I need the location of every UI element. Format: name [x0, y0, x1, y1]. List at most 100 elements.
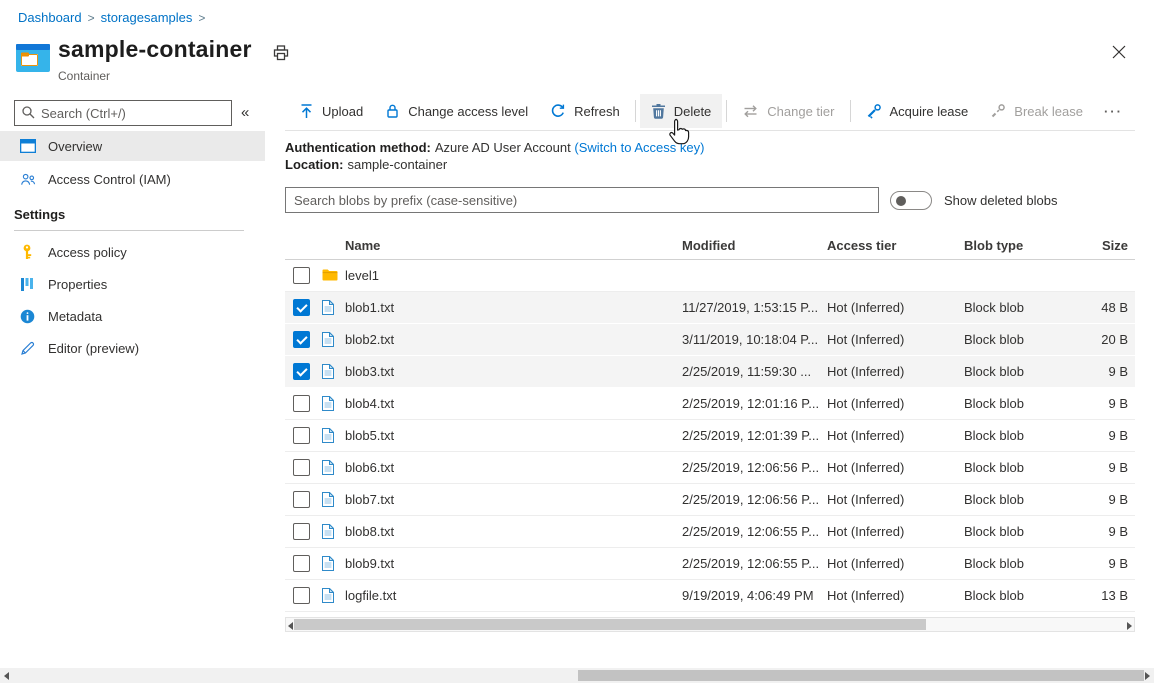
- sidebar-item-properties[interactable]: Properties: [0, 269, 265, 299]
- page-subtitle: Container: [58, 69, 110, 83]
- breadcrumb-separator: >: [88, 11, 95, 25]
- blob-name[interactable]: blob6.txt: [345, 460, 394, 475]
- blob-name[interactable]: blob7.txt: [345, 492, 394, 507]
- table-row[interactable]: level1: [285, 260, 1135, 292]
- scrollbar-thumb[interactable]: [578, 670, 1144, 681]
- blob-name[interactable]: blob3.txt: [345, 364, 394, 379]
- table-row[interactable]: blob4.txt 2/25/2019, 12:01:16 P... Hot (…: [285, 388, 1135, 420]
- row-checkbox[interactable]: [293, 267, 310, 284]
- breadcrumb-storagesamples[interactable]: storagesamples: [101, 10, 193, 25]
- col-size[interactable]: Size: [1102, 238, 1128, 253]
- blob-table: Name Modified Access tier Blob type Size…: [285, 233, 1135, 612]
- blob-name[interactable]: blob2.txt: [345, 332, 394, 347]
- row-checkbox[interactable]: [293, 587, 310, 604]
- sidebar-item-label: Access policy: [48, 245, 127, 260]
- col-access-tier[interactable]: Access tier: [827, 238, 896, 253]
- lock-icon: [385, 103, 400, 119]
- change-tier-button[interactable]: Change tier: [731, 94, 845, 128]
- sidebar-search-input[interactable]: [41, 106, 225, 121]
- table-row[interactable]: blob5.txt 2/25/2019, 12:01:39 P... Hot (…: [285, 420, 1135, 452]
- people-icon: [20, 172, 36, 187]
- acquire-lease-button[interactable]: Acquire lease: [855, 94, 980, 128]
- row-checkbox[interactable]: [293, 395, 310, 412]
- more-commands-button[interactable]: ···: [1094, 104, 1133, 119]
- breadcrumb-dashboard[interactable]: Dashboard: [18, 10, 82, 25]
- row-checkbox[interactable]: [293, 363, 310, 380]
- breadcrumb: Dashboard>storagesamples>: [18, 10, 211, 25]
- sidebar-item-overview[interactable]: Overview: [0, 131, 265, 161]
- table-row[interactable]: blob6.txt 2/25/2019, 12:06:56 P... Hot (…: [285, 452, 1135, 484]
- blob-name[interactable]: level1: [345, 268, 379, 283]
- table-row[interactable]: blob7.txt 2/25/2019, 12:06:56 P... Hot (…: [285, 484, 1135, 516]
- scrollbar-thumb[interactable]: [294, 619, 926, 630]
- row-checkbox[interactable]: [293, 299, 310, 316]
- location-line: Location:sample-container: [285, 157, 447, 172]
- sidebar-item-access-control[interactable]: Access Control (IAM): [0, 164, 265, 194]
- file-icon: [322, 332, 334, 347]
- info-icon: [20, 309, 36, 324]
- sidebar-search[interactable]: [14, 100, 232, 126]
- table-row[interactable]: blob2.txt 3/11/2019, 10:18:04 P... Hot (…: [285, 324, 1135, 356]
- pin-icon[interactable]: [272, 44, 290, 62]
- blob-name[interactable]: blob1.txt: [345, 300, 394, 315]
- col-name[interactable]: Name: [345, 238, 380, 253]
- show-deleted-blobs-toggle[interactable]: [890, 191, 932, 210]
- key-icon: [20, 244, 36, 260]
- swap-arrows-icon: [742, 103, 759, 119]
- page-title: sample-container: [58, 36, 252, 63]
- sidebar-item-editor[interactable]: Editor (preview): [0, 333, 265, 363]
- col-blob-type[interactable]: Blob type: [964, 238, 1023, 253]
- row-checkbox[interactable]: [293, 331, 310, 348]
- table-row[interactable]: logfile.txt 9/19/2019, 4:06:49 PM Hot (I…: [285, 580, 1135, 612]
- pencil-icon: [20, 341, 36, 356]
- authentication-method-line: Authentication method:Azure AD User Acco…: [285, 140, 704, 155]
- sidebar-item-metadata[interactable]: Metadata: [0, 301, 265, 331]
- break-lease-button[interactable]: Break lease: [979, 94, 1094, 128]
- sidebar-item-label: Metadata: [48, 309, 102, 324]
- scroll-left-arrow[interactable]: [4, 672, 9, 680]
- upload-button[interactable]: Upload: [288, 94, 374, 128]
- file-icon: [322, 492, 334, 507]
- toolbar-separator: [635, 100, 636, 122]
- scroll-left-arrow[interactable]: [288, 622, 293, 630]
- row-checkbox[interactable]: [293, 459, 310, 476]
- table-row[interactable]: blob3.txt 2/25/2019, 11:59:30 ... Hot (I…: [285, 356, 1135, 388]
- overview-icon: [20, 139, 36, 153]
- file-icon: [322, 428, 334, 443]
- change-access-level-button[interactable]: Change access level: [374, 94, 539, 128]
- table-row[interactable]: blob9.txt 2/25/2019, 12:06:55 P... Hot (…: [285, 548, 1135, 580]
- scroll-right-arrow[interactable]: [1145, 672, 1150, 680]
- scroll-right-arrow[interactable]: [1127, 622, 1132, 630]
- switch-to-access-key-link[interactable]: (Switch to Access key): [574, 140, 704, 155]
- sidebar-item-label: Editor (preview): [48, 341, 139, 356]
- upload-icon: [299, 103, 314, 119]
- page-horizontal-scrollbar[interactable]: [0, 668, 1154, 683]
- blob-name[interactable]: logfile.txt: [345, 588, 396, 603]
- delete-button[interactable]: Delete: [640, 94, 723, 128]
- refresh-button[interactable]: Refresh: [539, 94, 631, 128]
- row-checkbox[interactable]: [293, 427, 310, 444]
- close-icon[interactable]: [1110, 43, 1128, 61]
- toggle-knob: [896, 196, 906, 206]
- col-modified[interactable]: Modified: [682, 238, 735, 253]
- blob-name[interactable]: blob5.txt: [345, 428, 394, 443]
- sidebar-item-label: Properties: [48, 277, 107, 292]
- row-checkbox[interactable]: [293, 555, 310, 572]
- sidebar-item-access-policy[interactable]: Access policy: [0, 237, 265, 267]
- search-icon: [21, 105, 35, 122]
- blob-name[interactable]: blob8.txt: [345, 524, 394, 539]
- refresh-icon: [550, 103, 566, 119]
- row-checkbox[interactable]: [293, 491, 310, 508]
- folder-icon: [322, 268, 338, 281]
- table-row[interactable]: blob1.txt 11/27/2019, 1:53:15 P... Hot (…: [285, 292, 1135, 324]
- file-icon: [322, 588, 334, 603]
- table-horizontal-scrollbar[interactable]: [285, 617, 1135, 632]
- blob-prefix-search-input[interactable]: [285, 187, 879, 213]
- row-checkbox[interactable]: [293, 523, 310, 540]
- blob-name[interactable]: blob9.txt: [345, 556, 394, 571]
- blob-name[interactable]: blob4.txt: [345, 396, 394, 411]
- command-bar: Upload Change access level Refresh Delet…: [288, 94, 1133, 128]
- break-lease-icon: [990, 103, 1006, 119]
- collapse-sidebar-button[interactable]: «: [241, 104, 249, 121]
- table-row[interactable]: blob8.txt 2/25/2019, 12:06:55 P... Hot (…: [285, 516, 1135, 548]
